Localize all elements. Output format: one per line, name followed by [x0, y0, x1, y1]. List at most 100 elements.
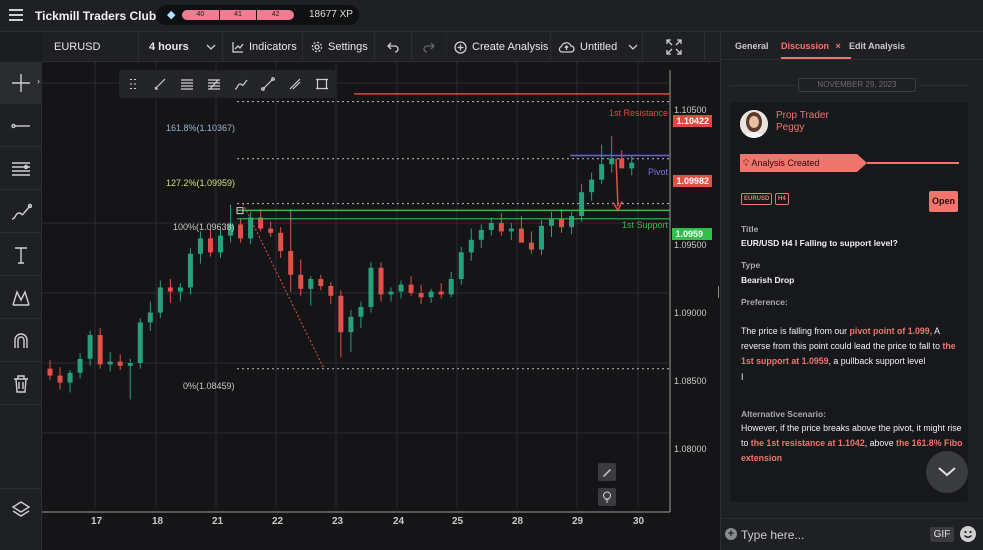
price-tick: 1.08000: [674, 444, 707, 454]
tab-discussion[interactable]: Discussion ×: [781, 41, 851, 59]
candle-body: [238, 224, 244, 239]
lightbulb-icon: [603, 491, 611, 503]
alternative-label: Alternative Scenario:: [741, 409, 827, 419]
gif-button[interactable]: GIF: [930, 527, 954, 542]
channel-tool[interactable]: [0, 148, 42, 190]
highlight: the 1st resistance at 1.1042: [750, 438, 865, 449]
xp-level: 42: [257, 10, 295, 20]
redo-button[interactable]: [412, 32, 447, 62]
pencil-tool[interactable]: [146, 70, 173, 98]
tab-general[interactable]: General: [735, 41, 769, 51]
price-tick: 1.08500: [674, 376, 707, 386]
trash-icon: [14, 374, 28, 393]
fib-tool[interactable]: [200, 70, 227, 98]
author-name[interactable]: Peggy: [776, 122, 804, 133]
candle-body: [207, 238, 213, 253]
create-analysis-button[interactable]: Create Analysis: [447, 32, 551, 62]
status-banner: 💡︎ Analysis Created: [740, 154, 857, 172]
brush-tool[interactable]: [0, 191, 42, 233]
object-tree-tool[interactable]: [0, 488, 42, 530]
text-icon: [15, 246, 27, 264]
menu-icon[interactable]: [9, 9, 23, 21]
avatar[interactable]: [740, 110, 768, 138]
xp-progress[interactable]: ◆ 40 41 42 18677 XP: [156, 5, 359, 25]
layers-icon: [11, 500, 31, 517]
plus-circle-icon: [454, 40, 467, 54]
candle-body: [599, 164, 605, 180]
xp-level: 40: [182, 10, 219, 20]
rectangle-tool[interactable]: [309, 70, 336, 98]
projection-arrow: [615, 158, 619, 207]
text-tool[interactable]: [0, 234, 42, 276]
symbol-selector[interactable]: EURUSD: [42, 32, 139, 62]
candle-body: [157, 287, 163, 313]
fullscreen-button[interactable]: [643, 32, 705, 62]
open-analysis-button[interactable]: Open: [929, 191, 958, 212]
edit-chart-button[interactable]: [598, 463, 616, 481]
type-label: Type: [741, 260, 761, 270]
candle-body: [448, 279, 454, 295]
candle-body: [589, 179, 595, 193]
candle-body: [559, 218, 565, 228]
date-tick: 18: [152, 516, 164, 527]
candle-body: [248, 217, 254, 239]
tab-edit-analysis[interactable]: Edit Analysis: [849, 41, 905, 51]
crosshair-icon: [12, 73, 30, 92]
date-tick: 23: [332, 516, 344, 527]
candle-body: [268, 228, 274, 233]
candle-body: [368, 267, 374, 307]
undo-button[interactable]: [375, 32, 412, 62]
chart-area[interactable]: 1.10500 1.09500 1.09000 1.08500 1.08000 …: [42, 62, 720, 550]
close-icon[interactable]: ×: [836, 41, 841, 51]
fib-label: 127.2%(1.09959): [166, 178, 236, 188]
ray-tool[interactable]: [255, 70, 282, 98]
price-tick: 1.09500: [674, 240, 707, 250]
pencil-icon: [154, 78, 166, 90]
status-text: Analysis Created: [751, 158, 820, 168]
indicators-button[interactable]: Indicators: [223, 32, 303, 62]
brush-tool-small[interactable]: [228, 70, 255, 98]
xp-level-bar: 40 41 42: [182, 10, 295, 20]
add-attachment-icon[interactable]: +: [725, 528, 737, 540]
horizontal-line-tool[interactable]: [0, 105, 42, 147]
scroll-down-button[interactable]: [926, 451, 968, 493]
drag-handle[interactable]: [119, 70, 146, 98]
layout-dropdown[interactable]: Untitled: [551, 32, 643, 62]
price-chart[interactable]: [42, 62, 720, 550]
delete-drawings-tool[interactable]: [0, 363, 42, 405]
candle-body: [549, 218, 554, 226]
message-input[interactable]: [741, 524, 921, 546]
candle-body: [147, 312, 153, 323]
lines-tool[interactable]: [173, 70, 200, 98]
text-caret: I: [741, 371, 744, 382]
candle-body: [398, 284, 404, 292]
pivot-label: Pivot: [648, 167, 669, 177]
type-value: Bearish Drop: [741, 275, 795, 285]
xp-value: 18677 XP: [309, 9, 353, 20]
chevron-down-icon: [628, 44, 638, 50]
settings-button[interactable]: Settings: [303, 32, 375, 62]
idea-button[interactable]: [598, 488, 616, 506]
pattern-tool[interactable]: [0, 277, 42, 319]
candle-body: [127, 363, 133, 366]
date-separator: NOVEMBER 29, 2023: [798, 78, 916, 92]
eraser-tool[interactable]: [282, 70, 309, 98]
crosshair-tool[interactable]: ›: [0, 62, 42, 104]
pivot-price-tag: 1.09982: [673, 175, 712, 187]
banner-arrow: [857, 154, 867, 172]
brush-icon: [11, 203, 32, 220]
date-tick: 25: [452, 516, 464, 527]
magnet-tool[interactable]: [0, 320, 42, 362]
candle-body: [569, 216, 575, 228]
emoji-icon[interactable]: [960, 526, 976, 542]
candle-body: [418, 293, 424, 298]
resistance-price-tag: 1.10422: [673, 115, 712, 127]
timeframe-dropdown[interactable]: 4 hours: [139, 32, 223, 62]
candle-body: [508, 228, 514, 232]
cloud-icon: [558, 42, 575, 53]
support-label: 1st Support: [622, 220, 669, 230]
candle-body: [438, 291, 444, 295]
eraser-icon: [289, 78, 301, 90]
text-run: , above: [864, 438, 897, 449]
candle-body: [538, 225, 544, 250]
